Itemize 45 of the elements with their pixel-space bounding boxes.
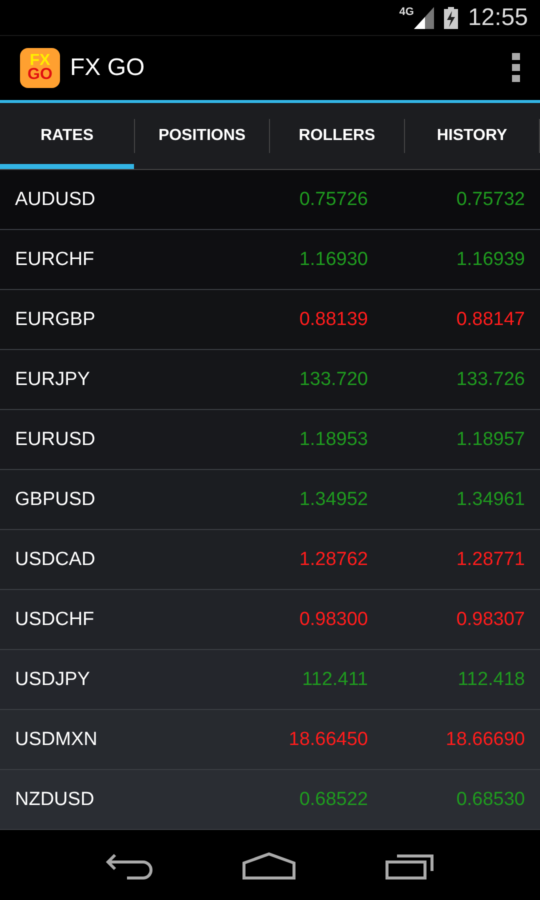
network-type: 4G (399, 6, 414, 18)
bid-price: 0.68522 (298, 788, 368, 810)
currency-pair[interactable]: USDJPY (15, 668, 211, 690)
ask-price: 0.98307 (455, 608, 525, 630)
bid-price: 0.98300 (298, 608, 368, 630)
bid-price: 0.88139 (298, 308, 368, 330)
currency-pair[interactable]: USDCAD (15, 548, 211, 570)
ask-price: 18.66690 (444, 728, 525, 750)
currency-pair[interactable]: GBPUSD (15, 488, 211, 510)
ask-price: 0.68530 (455, 788, 525, 810)
home-icon[interactable] (242, 852, 296, 880)
currency-pair[interactable]: EURJPY (15, 368, 211, 390)
ask-price: 112.418 (456, 668, 525, 690)
app-title: FX GO (70, 54, 146, 82)
ask-price: 1.34961 (455, 488, 525, 510)
ask-price: 1.16939 (455, 248, 525, 270)
bid-price: 1.34952 (298, 488, 368, 510)
bid-price: 1.18953 (298, 428, 368, 450)
bid-price: 133.720 (298, 368, 368, 390)
bid-price: 18.66450 (288, 728, 368, 750)
clock-time: 12:55 (468, 4, 528, 32)
ask-price: 133.726 (455, 368, 525, 390)
bid-price: 0.75726 (298, 188, 368, 210)
currency-pair[interactable]: USDCHF (15, 608, 211, 630)
ask-price: 1.28771 (455, 548, 525, 570)
battery-charging-icon (444, 6, 458, 28)
currency-pair[interactable]: USDMXN (15, 728, 211, 750)
bid-price: 1.16930 (298, 248, 368, 270)
tab[interactable]: ROLLERS (270, 103, 404, 169)
currency-pair[interactable]: EURUSD (15, 428, 211, 450)
back-icon[interactable] (104, 852, 153, 880)
currency-pair[interactable]: EURGBP (15, 308, 211, 330)
signal-icon (414, 6, 434, 28)
tab[interactable]: POSITIONS (135, 103, 269, 169)
ask-price: 0.75732 (455, 188, 525, 210)
currency-pair[interactable]: NZDUSD (15, 788, 211, 810)
ask-price: 1.18957 (455, 428, 525, 450)
currency-pair[interactable]: EURCHF (15, 248, 211, 270)
bid-price: 1.28762 (298, 548, 368, 570)
recent-apps-icon[interactable] (385, 852, 436, 880)
currency-pair[interactable]: AUDUSD (15, 188, 211, 210)
bid-price: 112.411 (301, 668, 368, 690)
ask-price: 0.88147 (455, 308, 525, 330)
tab[interactable]: HISTORY (405, 103, 539, 169)
overflow-menu-icon[interactable] (512, 53, 520, 83)
